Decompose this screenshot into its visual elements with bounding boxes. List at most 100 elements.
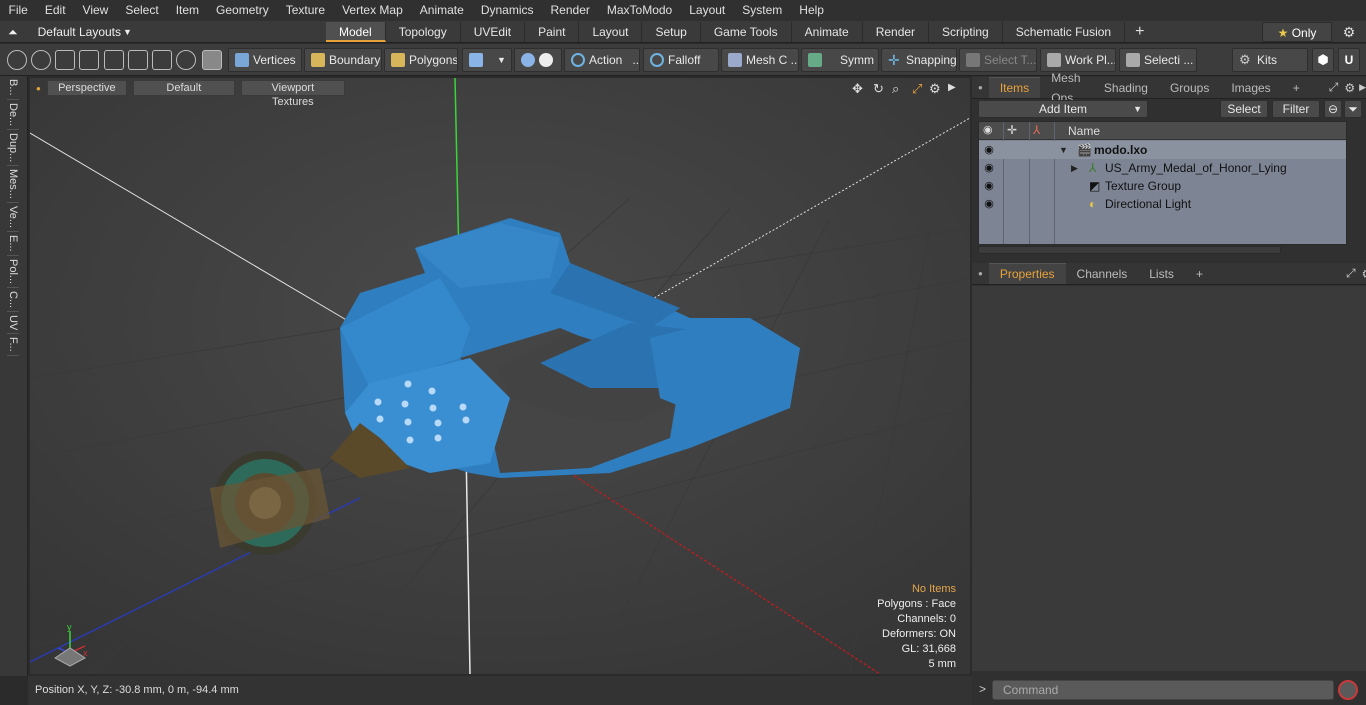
menu-help[interactable]: Help	[791, 0, 833, 21]
menu-maxtomodo[interactable]: MaxToModo	[598, 0, 680, 21]
tab-images[interactable]: Images	[1220, 78, 1281, 98]
list-item-medal-mesh[interactable]: ◉ ▶ ⅄ US_Army_Medal_of_Honor_Lying	[979, 159, 1346, 177]
left-tab-uv[interactable]: UV	[7, 312, 19, 335]
pan-icon[interactable]: ✥	[852, 81, 863, 97]
tab-render[interactable]: Render	[863, 22, 930, 42]
select-through-button[interactable]: Select T...	[959, 48, 1037, 72]
left-tab-edge[interactable]: E...	[7, 232, 19, 256]
selection-sets-button[interactable]: Selecti ...	[1119, 48, 1197, 72]
menu-vertex-map[interactable]: Vertex Map	[334, 0, 412, 21]
vertices-button[interactable]: Vertices	[228, 48, 302, 72]
expand-panel-icon[interactable]: ⤢	[1329, 80, 1339, 95]
pen-icon[interactable]	[55, 50, 75, 70]
polygons-button[interactable]: Polygons	[384, 48, 458, 72]
panel-gear-icon[interactable]: ⚙	[1344, 81, 1355, 95]
menu-file[interactable]: File	[0, 0, 36, 21]
clock-icon[interactable]	[176, 50, 196, 70]
menu-render[interactable]: Render	[542, 0, 598, 21]
falloff-button[interactable]: Falloff	[643, 48, 719, 72]
brush-icon[interactable]	[79, 50, 99, 70]
menu-select[interactable]: Select	[117, 0, 167, 21]
left-tab-curve[interactable]: C...	[7, 288, 19, 312]
tab-scripting[interactable]: Scripting	[929, 22, 1003, 42]
select-button[interactable]: Select	[1220, 100, 1268, 118]
tab-items[interactable]: Items	[988, 77, 1041, 98]
perspective-button[interactable]: Perspective	[46, 80, 127, 96]
cube-icon[interactable]	[202, 50, 222, 70]
circle-square-icon[interactable]	[152, 50, 172, 70]
kits-button[interactable]: ⚙ Kits	[1232, 48, 1308, 72]
list-item-modo-lxo[interactable]: ◉ ▼ 🎬 modo.lxo	[979, 141, 1346, 159]
tab-properties[interactable]: Properties	[988, 263, 1066, 284]
menu-dynamics[interactable]: Dynamics	[472, 0, 542, 21]
zoom-icon[interactable]: ⌕	[892, 81, 899, 97]
select-circle-icon[interactable]	[7, 50, 27, 70]
tab-shading[interactable]: Shading	[1093, 78, 1159, 98]
menu-geometry[interactable]: Geometry	[208, 0, 278, 21]
left-tab-vertex[interactable]: Ve...	[7, 203, 19, 233]
list-item-directional-light[interactable]: ◉ ◐ Directional Light	[979, 195, 1346, 213]
default-style-button[interactable]: Default	[132, 80, 235, 96]
tab-groups[interactable]: Groups	[1159, 78, 1220, 98]
3d-viewport[interactable]: y x	[30, 78, 970, 674]
left-tab-duplicate[interactable]: Dup...	[7, 130, 19, 167]
menu-item[interactable]: Item	[167, 0, 207, 21]
snapping-button[interactable]: ✛ Snapping	[881, 48, 957, 72]
panel-arrow-icon[interactable]: ▶	[1359, 82, 1366, 93]
tab-schematic-fusion[interactable]: Schematic Fusion	[1003, 22, 1126, 42]
eye-icon[interactable]: ◉	[981, 195, 997, 213]
eye-icon[interactable]: ◉	[981, 141, 997, 159]
tab-paint[interactable]: Paint	[525, 22, 580, 42]
expand-panel-icon[interactable]: ⤢	[1346, 266, 1356, 281]
add-item-button[interactable]: Add Item ▼	[978, 100, 1148, 118]
tab-topology[interactable]: Topology	[386, 22, 461, 42]
list-item-texture-group[interactable]: ◉ ◩ Texture Group	[979, 177, 1346, 195]
unreal-button[interactable]: U	[1338, 48, 1360, 72]
panel-gear-icon[interactable]: ⚙	[1362, 267, 1366, 281]
menu-layout[interactable]: Layout	[681, 0, 734, 21]
boundary-button[interactable]: Boundary	[304, 48, 382, 72]
menu-texture[interactable]: Texture	[277, 0, 333, 21]
left-tab-basic[interactable]: B...	[7, 76, 19, 100]
tab-game-tools[interactable]: Game Tools	[701, 22, 792, 42]
shading-dropdown[interactable]: ▼	[462, 48, 512, 72]
tab-channels[interactable]: Channels	[1066, 264, 1139, 284]
viewport-textures-button[interactable]: Viewport Textures	[240, 80, 345, 108]
fit-icon[interactable]: ⤢	[912, 81, 922, 97]
tab-setup[interactable]: Setup	[642, 22, 701, 42]
tab-model[interactable]: Model	[326, 22, 386, 42]
globe-icon[interactable]	[31, 50, 51, 70]
tab-lists[interactable]: Lists	[1138, 264, 1185, 284]
gear-icon[interactable]: ⚙	[1340, 23, 1358, 41]
add-tab-icon[interactable]: +	[1125, 22, 1154, 42]
action-button[interactable]: Action...	[564, 48, 640, 72]
expand-arrow-icon[interactable]: ▶	[948, 82, 956, 93]
left-tab-mesh[interactable]: Mes...	[7, 166, 19, 204]
command-input[interactable]: Command	[992, 680, 1334, 700]
eye-icon[interactable]: ◉	[981, 177, 997, 195]
tab-layout[interactable]: Layout	[579, 22, 643, 42]
grid-icon[interactable]	[128, 50, 148, 70]
menu-animate[interactable]: Animate	[411, 0, 472, 21]
record-button[interactable]	[1338, 680, 1358, 700]
filter-button[interactable]: Filter	[1272, 100, 1320, 118]
left-tab-deform[interactable]: De...	[7, 100, 19, 130]
menu-view[interactable]: View	[74, 0, 117, 21]
eye-icon[interactable]: ◉	[981, 159, 997, 177]
rotate-icon[interactable]: ↻	[873, 81, 884, 97]
align-icon[interactable]	[104, 50, 124, 70]
left-tab-fusion[interactable]: F...	[7, 334, 19, 356]
expand-arrow-icon[interactable]: ▶	[1071, 159, 1078, 177]
tab-uvedit[interactable]: UVEdit	[461, 22, 526, 42]
mesh-constraint-button[interactable]: Mesh C ...	[721, 48, 799, 72]
funnel-icon[interactable]: ⏷	[1344, 100, 1362, 118]
menu-system[interactable]: System	[734, 0, 791, 21]
collapse-icon[interactable]: ⊖	[1324, 100, 1342, 118]
unity-button[interactable]: ⬢	[1312, 48, 1334, 72]
layouts-dropdown[interactable]: ⏶ Default Layouts ▼	[8, 21, 132, 43]
viewport-gear-icon[interactable]: ⚙	[929, 81, 941, 97]
menu-edit[interactable]: Edit	[36, 0, 74, 21]
snap-modes[interactable]	[514, 48, 562, 72]
add-panel-tab-icon[interactable]: +	[1185, 264, 1214, 284]
item-list-scrollbar[interactable]	[978, 246, 1281, 254]
